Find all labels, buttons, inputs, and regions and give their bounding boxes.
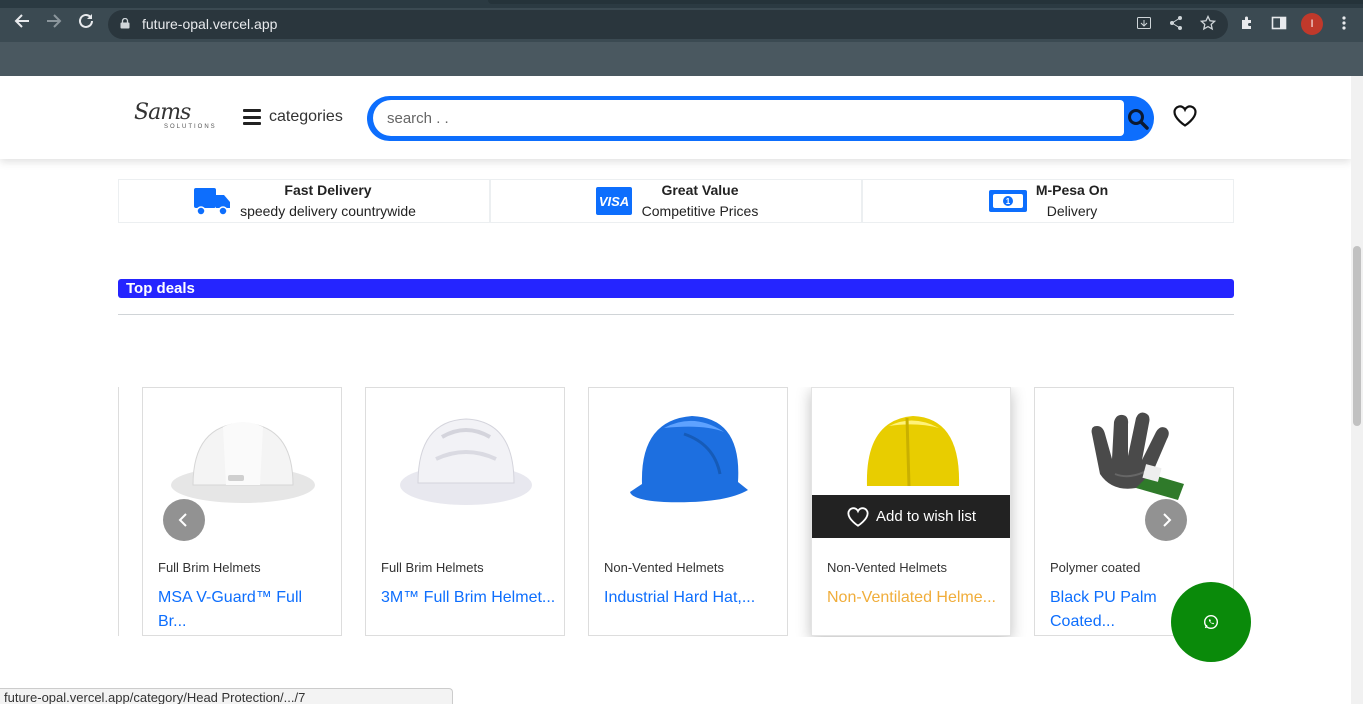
categories-label: categories bbox=[269, 108, 343, 125]
logo-script: Sams bbox=[134, 100, 191, 125]
search-icon[interactable] bbox=[1127, 108, 1149, 130]
install-app-icon[interactable] bbox=[1135, 15, 1153, 33]
categories-button[interactable]: categories bbox=[243, 104, 343, 130]
feature-title: M-Pesa On bbox=[1035, 182, 1109, 198]
feature-subtitle: Delivery bbox=[1046, 203, 1098, 219]
svg-text:1: 1 bbox=[1006, 197, 1011, 206]
top-deals-heading: Top deals bbox=[126, 280, 195, 297]
blue-hard-hat-image bbox=[630, 416, 748, 503]
carousel-next-button[interactable] bbox=[1145, 499, 1187, 541]
chevron-left-icon bbox=[178, 513, 187, 527]
product-category: Full Brim Helmets bbox=[381, 560, 484, 575]
product-category: Polymer coated bbox=[1050, 560, 1141, 575]
feature-subtitle: Competitive Prices bbox=[641, 203, 759, 219]
truck-icon bbox=[194, 188, 231, 216]
bookmark-star-icon[interactable] bbox=[1199, 14, 1217, 33]
product-image[interactable] bbox=[589, 398, 789, 520]
product-name[interactable]: MSA V-Guard™ Full Br... bbox=[158, 586, 333, 634]
feature-title: Fast Delivery bbox=[284, 182, 372, 198]
web-page: Sams SOLUTIONS categories Fast Delivery … bbox=[0, 76, 1351, 704]
lock-icon bbox=[120, 18, 130, 29]
add-to-wishlist-label: Add to wish list bbox=[875, 508, 977, 525]
visa-card-text: VISA bbox=[598, 194, 628, 209]
feature-subtitle: speedy delivery countrywide bbox=[240, 203, 416, 219]
product-image[interactable] bbox=[1035, 398, 1234, 520]
previous-card-edge bbox=[118, 387, 119, 636]
product-card[interactable]: Full Brim Helmets 3M™ Full Brim Helmet..… bbox=[365, 387, 565, 636]
visa-card-icon: VISA bbox=[595, 187, 632, 215]
tab-strip bbox=[0, 0, 1363, 8]
scrollbar-thumb[interactable] bbox=[1353, 246, 1361, 426]
chevron-right-icon bbox=[1163, 513, 1172, 527]
hamburger-icon bbox=[243, 109, 261, 125]
search-input[interactable] bbox=[373, 100, 1124, 136]
product-card[interactable]: Non-Vented Helmets Industrial Hard Hat,.… bbox=[588, 387, 788, 636]
feature-great-value: VISA Great Value Competitive Prices bbox=[490, 179, 862, 223]
feature-fast-delivery: Fast Delivery speedy delivery countrywid… bbox=[118, 179, 490, 223]
search-bar bbox=[367, 96, 1154, 141]
product-carousel: Full Brim Helmets MSA V-Guard™ Full Br..… bbox=[118, 387, 1234, 637]
browser-chrome: future-opal.vercel.app I bbox=[0, 0, 1363, 76]
extensions-icon[interactable] bbox=[1238, 15, 1256, 33]
product-name[interactable]: Non-Ventilated Helme... bbox=[827, 586, 1002, 610]
feature-mpesa: 1 M-Pesa On Delivery bbox=[862, 179, 1234, 223]
site-header: Sams SOLUTIONS categories bbox=[0, 76, 1351, 159]
page-scrollbar[interactable] bbox=[1351, 76, 1363, 704]
side-panel-icon[interactable] bbox=[1270, 15, 1288, 33]
site-logo[interactable]: Sams SOLUTIONS bbox=[132, 100, 218, 134]
whatsapp-icon bbox=[1203, 614, 1219, 630]
product-name[interactable]: Industrial Hard Hat,... bbox=[604, 586, 779, 610]
feature-title: Great Value bbox=[661, 182, 739, 198]
tab-edge bbox=[488, 0, 1363, 4]
white-vented-helmet-image bbox=[400, 417, 532, 505]
wishlist-heart-icon[interactable] bbox=[1172, 104, 1198, 128]
product-category: Full Brim Helmets bbox=[158, 560, 261, 575]
white-full-brim-helmet-image bbox=[171, 421, 315, 503]
address-bar[interactable]: future-opal.vercel.app bbox=[108, 10, 1228, 39]
back-icon[interactable] bbox=[11, 12, 33, 34]
carousel-prev-button[interactable] bbox=[163, 499, 205, 541]
url-text: future-opal.vercel.app bbox=[142, 16, 278, 32]
share-icon[interactable] bbox=[1167, 15, 1185, 33]
top-deals-heading-bar: Top deals bbox=[118, 279, 1234, 298]
bookmarks-bar-area bbox=[0, 42, 1363, 76]
whatsapp-chat-button[interactable] bbox=[1171, 582, 1251, 662]
link-status-bar: future-opal.vercel.app/category/Head Pro… bbox=[0, 688, 453, 704]
features-strip: Fast Delivery speedy delivery countrywid… bbox=[118, 179, 1234, 223]
banknote-icon: 1 bbox=[988, 190, 1027, 212]
product-image[interactable] bbox=[366, 398, 566, 520]
section-divider bbox=[118, 314, 1234, 315]
product-category: Non-Vented Helmets bbox=[827, 560, 947, 575]
product-card[interactable]: Add to wish list Non-Vented Helmets Non-… bbox=[811, 387, 1011, 636]
product-name[interactable]: 3M™ Full Brim Helmet... bbox=[381, 586, 556, 610]
black-green-glove-image bbox=[1091, 412, 1184, 500]
heart-outline-icon bbox=[847, 506, 869, 527]
reload-icon[interactable] bbox=[75, 12, 97, 34]
browser-menu-icon[interactable] bbox=[1335, 15, 1353, 33]
logo-subtitle: SOLUTIONS bbox=[164, 124, 217, 130]
product-category: Non-Vented Helmets bbox=[604, 560, 724, 575]
forward-icon[interactable] bbox=[43, 12, 65, 34]
profile-avatar[interactable]: I bbox=[1301, 13, 1323, 35]
add-to-wishlist-button[interactable]: Add to wish list bbox=[812, 495, 1010, 538]
